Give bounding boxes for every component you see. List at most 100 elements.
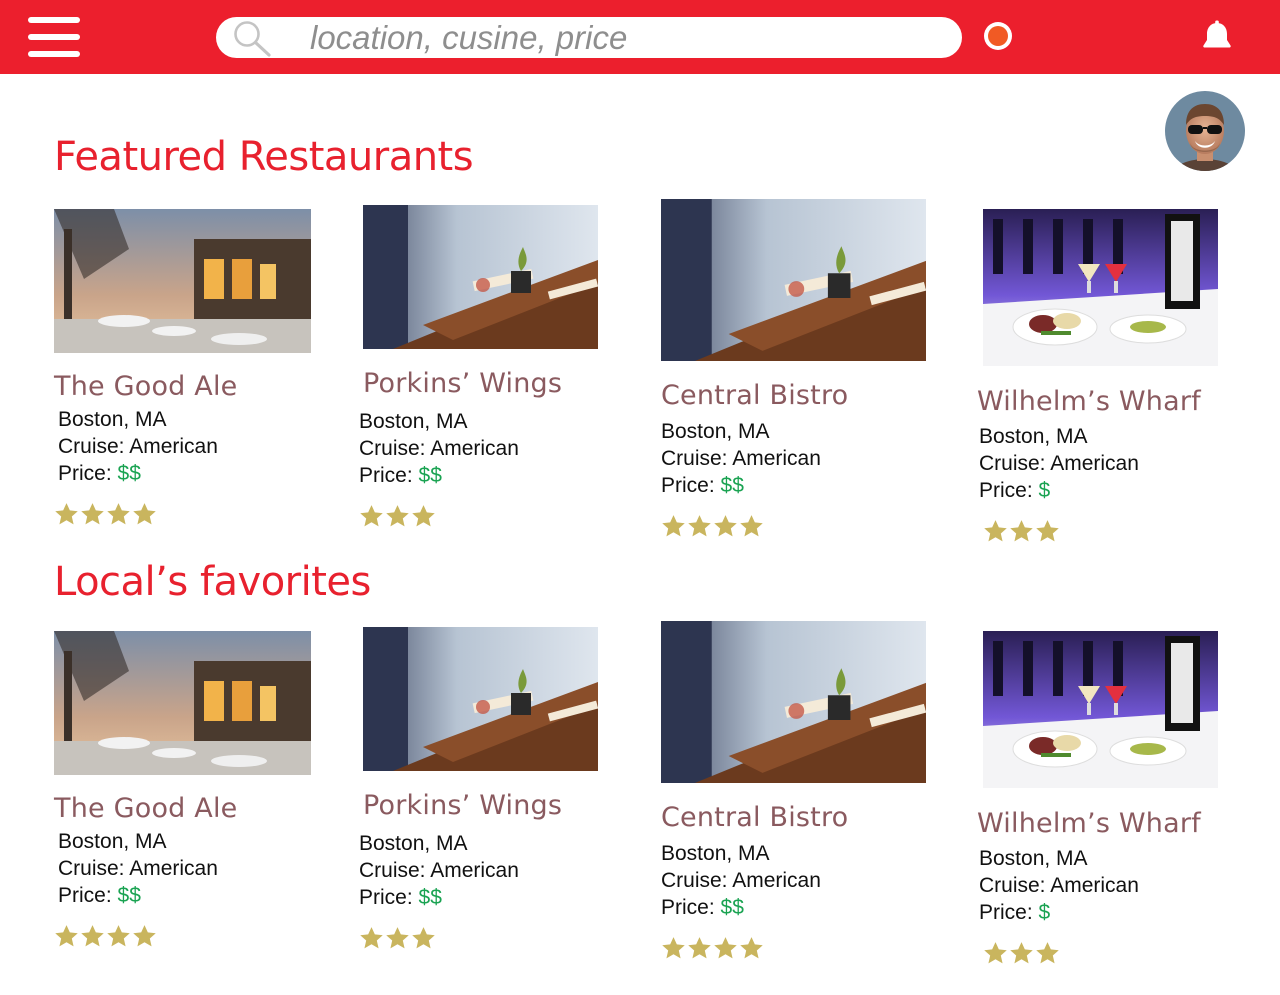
restaurant-card[interactable]: The Good Ale Boston, MA Cruise: American… <box>54 631 334 951</box>
bell-icon[interactable] <box>1201 20 1233 54</box>
star-icon <box>714 515 737 537</box>
search-input[interactable] <box>310 17 940 58</box>
dining-tables-photo[interactable] <box>363 627 598 771</box>
record-icon[interactable] <box>984 22 1012 50</box>
star-icon <box>714 937 737 959</box>
restaurant-cuisine: Cruise: American <box>359 859 519 882</box>
restaurant-location: Boston, MA <box>979 847 1088 870</box>
restaurant-card[interactable]: Central Bistro Boston, MA Cruise: Americ… <box>661 621 941 961</box>
star-rating <box>359 504 437 528</box>
star-icon <box>688 937 711 959</box>
price-label: Price: <box>661 474 721 497</box>
star-icon <box>1010 942 1033 964</box>
search-bar[interactable] <box>216 17 962 58</box>
star-rating <box>661 514 765 538</box>
star-rating <box>983 941 1061 965</box>
price-value: $ <box>1038 901 1051 924</box>
price-value: $$ <box>720 896 744 919</box>
star-icon <box>662 937 685 959</box>
restaurant-details: Boston, MA Cruise: American Price: $$ <box>359 830 519 911</box>
star-icon <box>360 927 383 949</box>
star-icon <box>984 942 1007 964</box>
star-icon <box>662 515 685 537</box>
star-rating <box>983 519 1061 543</box>
restaurant-price: Price: $$ <box>661 894 821 921</box>
restaurant-price: Price: $ <box>979 899 1139 926</box>
restaurant-details: Boston, MA Cruise: American Price: $ <box>979 845 1139 926</box>
star-rating <box>661 936 765 960</box>
star-icon <box>412 927 435 949</box>
dining-tables-photo[interactable] <box>661 621 926 783</box>
restaurant-details: Boston, MA Cruise: American Price: $$ <box>661 418 821 499</box>
restaurant-location: Boston, MA <box>661 420 770 443</box>
restaurant-price: Price: $$ <box>58 882 218 909</box>
section-title: Local’s favorites <box>54 559 371 605</box>
star-rating <box>359 926 437 950</box>
restaurant-location: Boston, MA <box>58 830 167 853</box>
restaurant-name[interactable]: Central Bistro <box>661 380 848 411</box>
restaurant-location: Boston, MA <box>661 842 770 865</box>
restaurant-cuisine: Cruise: American <box>58 857 218 880</box>
star-icon <box>688 515 711 537</box>
restaurant-location: Boston, MA <box>359 410 468 433</box>
restaurant-name[interactable]: Wilhelm’s Wharf <box>977 808 1201 839</box>
price-label: Price: <box>359 886 419 909</box>
restaurant-location: Boston, MA <box>979 425 1088 448</box>
price-value: $$ <box>418 886 442 909</box>
price-label: Price: <box>661 896 721 919</box>
star-icon <box>740 937 763 959</box>
user-avatar[interactable] <box>1165 91 1245 171</box>
search-icon <box>234 21 271 57</box>
restaurant-cuisine: Cruise: American <box>979 874 1139 897</box>
star-icon <box>1010 520 1033 542</box>
restaurant-price: Price: $$ <box>661 472 821 499</box>
restaurant-details: Boston, MA Cruise: American Price: $$ <box>58 406 218 487</box>
plated-dinner-photo[interactable] <box>983 631 1218 788</box>
restaurant-details: Boston, MA Cruise: American Price: $ <box>979 423 1139 504</box>
star-rating <box>54 924 158 948</box>
restaurant-card[interactable]: Wilhelm’s Wharf Boston, MA Cruise: Ameri… <box>977 209 1257 544</box>
restaurant-name[interactable]: Porkins’ Wings <box>363 368 562 399</box>
restaurant-name[interactable]: Porkins’ Wings <box>363 790 562 821</box>
patio-photo[interactable] <box>54 209 311 353</box>
restaurant-card[interactable]: Porkins’ Wings Boston, MA Cruise: Americ… <box>359 205 623 527</box>
restaurant-details: Boston, MA Cruise: American Price: $$ <box>58 828 218 909</box>
restaurant-card[interactable]: Wilhelm’s Wharf Boston, MA Cruise: Ameri… <box>977 631 1257 966</box>
restaurant-cuisine: Cruise: American <box>58 435 218 458</box>
star-icon <box>81 503 104 525</box>
star-icon <box>386 927 409 949</box>
restaurant-name[interactable]: The Good Ale <box>54 793 237 824</box>
star-icon <box>740 515 763 537</box>
star-icon <box>412 505 435 527</box>
hamburger-menu-icon[interactable] <box>28 14 80 60</box>
restaurant-details: Boston, MA Cruise: American Price: $$ <box>359 408 519 489</box>
restaurant-name[interactable]: The Good Ale <box>54 371 237 402</box>
price-label: Price: <box>58 462 118 485</box>
dining-tables-photo[interactable] <box>661 199 926 361</box>
restaurant-cuisine: Cruise: American <box>979 452 1139 475</box>
dining-tables-photo[interactable] <box>363 205 598 349</box>
restaurant-name[interactable]: Central Bistro <box>661 802 848 833</box>
price-value: $$ <box>418 464 442 487</box>
restaurant-card[interactable]: Porkins’ Wings Boston, MA Cruise: Americ… <box>359 627 623 949</box>
price-value: $$ <box>117 884 141 907</box>
plated-dinner-photo[interactable] <box>983 209 1218 366</box>
section-title: Featured Restaurants <box>54 134 474 180</box>
star-icon <box>386 505 409 527</box>
price-value: $$ <box>720 474 744 497</box>
star-icon <box>81 925 104 947</box>
star-icon <box>1036 942 1059 964</box>
restaurant-location: Boston, MA <box>58 408 167 431</box>
restaurant-name[interactable]: Wilhelm’s Wharf <box>977 386 1201 417</box>
price-label: Price: <box>979 479 1039 502</box>
patio-photo[interactable] <box>54 631 311 775</box>
restaurant-price: Price: $ <box>979 477 1139 504</box>
price-value: $ <box>1038 479 1051 502</box>
restaurant-cuisine: Cruise: American <box>661 869 821 892</box>
restaurant-card[interactable]: Central Bistro Boston, MA Cruise: Americ… <box>661 199 941 539</box>
restaurant-price: Price: $$ <box>359 884 519 911</box>
restaurant-card[interactable]: The Good Ale Boston, MA Cruise: American… <box>54 209 334 529</box>
star-icon <box>360 505 383 527</box>
price-label: Price: <box>58 884 118 907</box>
restaurant-details: Boston, MA Cruise: American Price: $$ <box>661 840 821 921</box>
